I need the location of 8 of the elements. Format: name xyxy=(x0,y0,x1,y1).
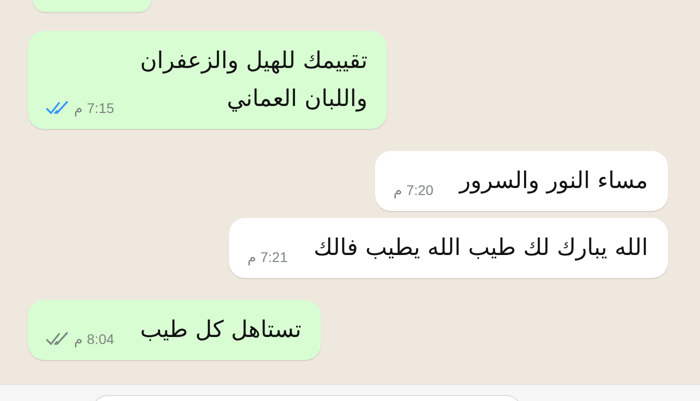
message-time: 7:20 م xyxy=(393,182,434,198)
message-time: 8:04 م xyxy=(74,331,114,347)
message-text: تستاهل كل طيب xyxy=(140,316,302,345)
message-text: تقييمك للهيل والزعفران واللبان العماني xyxy=(140,47,368,114)
message-text: مساء النور والسرور xyxy=(459,167,648,196)
message-text: الله يبارك لك طيب الله يطيب فالك xyxy=(314,234,648,263)
message-time: 7:21 م xyxy=(247,249,288,265)
message-time: 7:15 م xyxy=(74,100,114,116)
